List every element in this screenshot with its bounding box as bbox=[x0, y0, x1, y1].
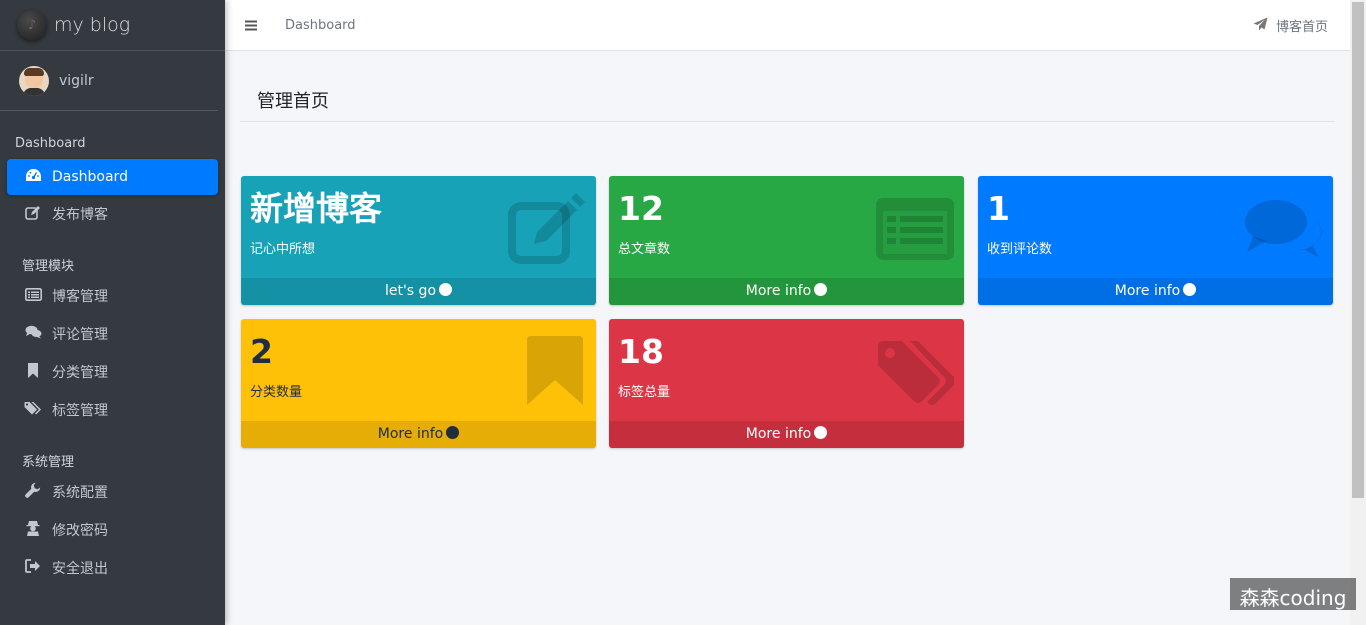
list-alt-icon bbox=[876, 198, 954, 260]
user-secret-icon bbox=[23, 520, 43, 540]
edit-icon bbox=[23, 205, 43, 224]
watermark: 森森coding bbox=[1230, 578, 1356, 610]
brand-logo: ♪ bbox=[17, 10, 47, 40]
sidebar-item-label: Dashboard bbox=[52, 169, 128, 185]
avatar bbox=[19, 65, 49, 96]
sign-out-icon bbox=[23, 559, 43, 577]
sidebar-item-dashboard[interactable]: Dashboard bbox=[7, 159, 218, 195]
sidebar-item-label: 安全退出 bbox=[52, 561, 108, 577]
brand-text: my blog bbox=[54, 14, 131, 36]
nav-header-manage: 管理模块 bbox=[22, 259, 75, 274]
arrow-circle-right-icon bbox=[814, 283, 828, 296]
user-panel[interactable]: vigilr bbox=[0, 51, 218, 111]
sidebar-item-label: 标签管理 bbox=[52, 403, 108, 419]
card-footer-label: More info bbox=[377, 426, 444, 442]
sidebar-item-system-config[interactable]: 系统配置 bbox=[7, 473, 218, 511]
menu-toggle-icon[interactable] bbox=[245, 16, 257, 35]
sidebar-item-label: 分类管理 bbox=[52, 365, 108, 381]
card-tags: 18 标签总量 More info bbox=[609, 319, 964, 448]
nav-header-system: 系统管理 bbox=[22, 455, 75, 470]
sidebar-item-label: 博客管理 bbox=[52, 289, 108, 305]
top-navbar: Dashboard 博客首页 bbox=[225, 0, 1350, 51]
page-title: 管理首页 bbox=[257, 91, 329, 112]
user-name: vigilr bbox=[59, 72, 94, 89]
card-footer-link[interactable]: let's go bbox=[241, 278, 596, 305]
arrow-circle-right-icon bbox=[446, 426, 460, 439]
arrow-circle-right-icon bbox=[814, 426, 828, 439]
dashboard-icon bbox=[23, 168, 43, 187]
sidebar-item-blog-manage[interactable]: 博客管理 bbox=[7, 277, 218, 315]
card-footer-label: let's go bbox=[384, 283, 437, 299]
sidebar-item-tag-manage[interactable]: 标签管理 bbox=[7, 391, 218, 429]
tags-icon bbox=[878, 341, 954, 405]
arrow-circle-right-icon bbox=[1183, 283, 1197, 296]
sidebar-item-logout[interactable]: 安全退出 bbox=[7, 549, 218, 587]
card-articles: 12 总文章数 More info bbox=[609, 176, 964, 305]
card-footer-label: More info bbox=[1114, 283, 1181, 299]
paper-plane-icon bbox=[1253, 17, 1268, 35]
tags-icon bbox=[23, 401, 43, 420]
bookmark-icon bbox=[527, 336, 583, 405]
sidebar-item-label: 评论管理 bbox=[52, 327, 108, 343]
edit-icon bbox=[508, 193, 585, 264]
list-alt-icon bbox=[23, 287, 43, 305]
nav-header-dashboard: Dashboard bbox=[15, 136, 86, 151]
breadcrumb[interactable]: Dashboard bbox=[285, 18, 356, 33]
comments-icon bbox=[23, 325, 43, 343]
card-comments: 1 收到评论数 More info bbox=[978, 176, 1333, 305]
wrench-icon bbox=[23, 482, 43, 502]
scrollbar-thumb[interactable] bbox=[1352, 2, 1364, 498]
sidebar: ♪ my blog vigilr Dashboard Dashboard 发布博… bbox=[0, 0, 225, 625]
content-header: 管理首页 bbox=[240, 70, 1335, 122]
sidebar-item-label: 修改密码 bbox=[52, 523, 108, 539]
sidebar-item-comment-manage[interactable]: 评论管理 bbox=[7, 315, 218, 353]
card-footer-link[interactable]: More info bbox=[609, 278, 964, 305]
card-categories: 2 分类数量 More info bbox=[241, 319, 596, 448]
card-footer-link[interactable]: More info bbox=[978, 278, 1333, 305]
page-scrollbar[interactable] bbox=[1350, 0, 1366, 625]
sidebar-item-publish[interactable]: 发布博客 bbox=[7, 195, 218, 233]
blog-home-label: 博客首页 bbox=[1275, 20, 1328, 35]
arrow-circle-right-icon bbox=[439, 283, 453, 296]
blog-home-link[interactable]: 博客首页 bbox=[1253, 0, 1328, 51]
card-footer-link[interactable]: More info bbox=[609, 421, 964, 448]
card-footer-link[interactable]: More info bbox=[241, 421, 596, 448]
card-footer-label: More info bbox=[745, 426, 812, 442]
sidebar-item-change-password[interactable]: 修改密码 bbox=[7, 511, 218, 549]
card-new-blog: 新增博客 记心中所想 let's go bbox=[241, 176, 596, 305]
comments-icon bbox=[1245, 200, 1322, 258]
bookmark-icon bbox=[23, 362, 43, 382]
card-footer-label: More info bbox=[745, 283, 812, 299]
sidebar-item-label: 发布博客 bbox=[52, 207, 108, 223]
sidebar-item-label: 系统配置 bbox=[52, 485, 108, 501]
brand-link[interactable]: ♪ my blog bbox=[0, 0, 225, 51]
sidebar-item-category-manage[interactable]: 分类管理 bbox=[7, 353, 218, 391]
